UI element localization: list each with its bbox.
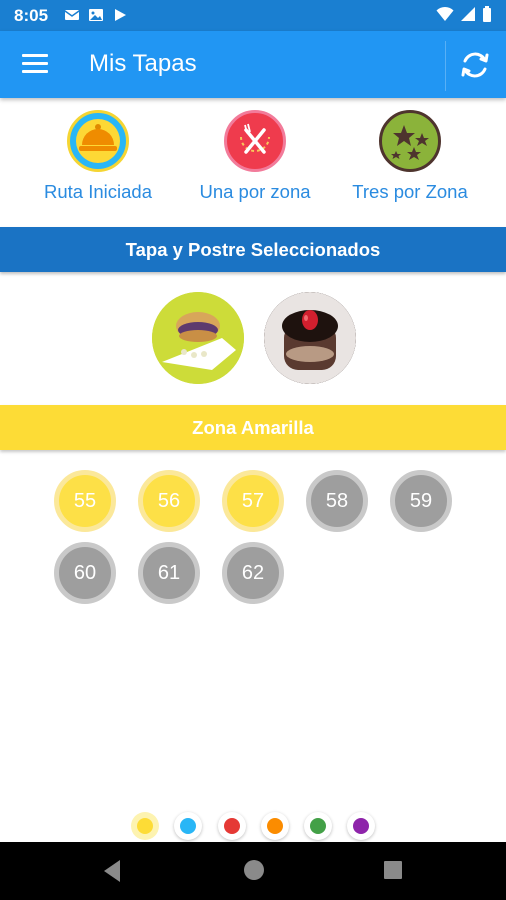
home-icon[interactable] xyxy=(243,859,265,881)
zone-dot-azul[interactable] xyxy=(174,812,202,840)
mail-icon xyxy=(64,10,80,20)
battery-icon xyxy=(483,6,491,22)
zone-number-56[interactable]: 56 xyxy=(138,470,200,532)
zone-number-61[interactable]: 61 xyxy=(138,542,200,604)
achievement-tres-por-zona[interactable]: Tres por Zona xyxy=(344,110,476,203)
status-bar: 8:05 xyxy=(0,0,506,31)
zone-dot-verde[interactable] xyxy=(304,812,332,840)
zone-dot-naranja[interactable] xyxy=(261,812,289,840)
achievement-label: Tres por Zona xyxy=(352,181,468,202)
stars-icon xyxy=(379,110,441,172)
achievement-ruta-iniciada[interactable]: Ruta Iniciada xyxy=(36,110,160,203)
zone-number-59[interactable]: 59 xyxy=(390,470,452,532)
sync-icon[interactable] xyxy=(458,48,492,82)
wifi-icon xyxy=(436,6,454,21)
tapa-photo[interactable] xyxy=(152,292,244,384)
app-bar: Mis Tapas xyxy=(0,31,506,98)
zone-dots xyxy=(0,808,506,844)
achievement-label: Ruta Iniciada xyxy=(44,181,152,202)
signal-icon xyxy=(461,7,475,21)
play-store-icon xyxy=(115,9,126,21)
zone-dot-roja[interactable] xyxy=(218,812,246,840)
app-bar-divider xyxy=(445,41,446,91)
back-icon[interactable] xyxy=(100,858,124,884)
achievement-label: Una por zona xyxy=(199,181,311,202)
achievements-row: Ruta Iniciada Una por zona Tres por Zona xyxy=(0,110,506,220)
selected-section-header: Tapa y Postre Seleccionados xyxy=(0,227,506,272)
recents-icon[interactable] xyxy=(383,860,403,880)
cloche-icon xyxy=(67,110,129,172)
zone-number-60[interactable]: 60 xyxy=(54,542,116,604)
cutlery-icon xyxy=(224,110,286,172)
hamburger-menu-icon[interactable] xyxy=(22,51,48,77)
zone-dot-amarilla[interactable] xyxy=(131,812,159,840)
status-time: 8:05 xyxy=(14,6,49,25)
postre-photo[interactable] xyxy=(264,292,356,384)
photo-icon xyxy=(89,9,103,21)
navigation-bar xyxy=(0,842,506,900)
app-title: Mis Tapas xyxy=(89,50,197,77)
zone-number-57[interactable]: 57 xyxy=(222,470,284,532)
zone-number-58[interactable]: 58 xyxy=(306,470,368,532)
zone-number-62[interactable]: 62 xyxy=(222,542,284,604)
achievement-una-por-zona[interactable]: Una por zona xyxy=(193,110,317,203)
zone-section-header: Zona Amarilla xyxy=(0,405,506,450)
zone-number-55[interactable]: 55 xyxy=(54,470,116,532)
zone-dot-morada[interactable] xyxy=(347,812,375,840)
